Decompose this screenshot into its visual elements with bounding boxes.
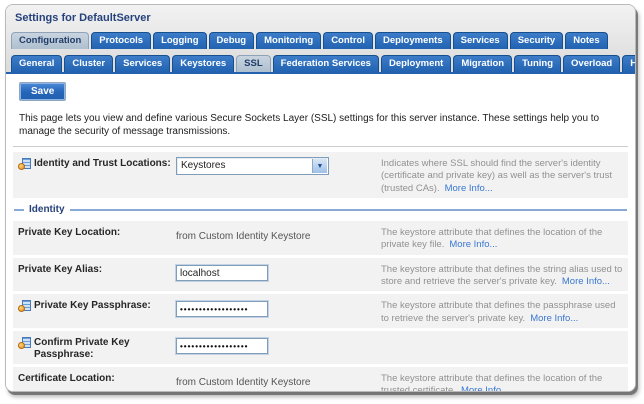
save-button-top[interactable]: Save (19, 82, 67, 101)
field-control-cell: from Custom Identity Keystore (176, 371, 381, 390)
tab-notes[interactable]: Notes (565, 32, 608, 49)
divider-top (13, 146, 628, 147)
tab-tuning[interactable]: Tuning (514, 55, 562, 72)
form-row: Private Key Passphrase: The keystore attr… (13, 294, 628, 329)
private-key-location-value: from Custom Identity Keystore (176, 231, 311, 243)
select-value: Keystores (181, 160, 226, 171)
field-control-cell (176, 298, 381, 317)
tab-deployments[interactable]: Deployments (374, 32, 451, 49)
field-control-cell: from Custom Identity Keystore (176, 225, 381, 244)
tab-health-monitoring[interactable]: Health Monitoring (622, 55, 635, 72)
form-row: Confirm Private Key Passphrase: (13, 331, 628, 365)
tab-logging[interactable]: Logging (153, 32, 207, 49)
field-label-cell: Identity and Trust Locations: (18, 156, 176, 170)
field-label: Identity and Trust Locations: (34, 158, 171, 169)
tab-federation-services[interactable]: Federation Services (272, 55, 379, 72)
tab-protocols[interactable]: Protocols (91, 32, 152, 49)
form-row: Private Key Location: from Custom Identit… (13, 221, 628, 255)
more-info-link[interactable]: More Info... (562, 276, 610, 287)
more-info-link[interactable]: More Info... (449, 239, 497, 250)
identity-trust-locations-select[interactable]: Keystores ▼ (176, 157, 329, 175)
field-control-cell (176, 335, 381, 354)
window-header: Settings for DefaultServer Configuration… (6, 5, 635, 74)
change-assistant-icon (18, 158, 31, 170)
more-info-link[interactable]: More Info... (445, 183, 493, 194)
tab-configuration[interactable]: Configuration (11, 32, 90, 49)
tab-monitoring[interactable]: Monitoring (256, 32, 322, 49)
tab-services[interactable]: Services (115, 55, 171, 72)
field-help-text: The keystore attribute that defines the … (381, 300, 616, 324)
content-area: Save This page lets you view and define … (6, 74, 635, 391)
field-control-cell: Keystores ▼ (176, 156, 381, 175)
field-label: Private Key Passphrase: (34, 300, 151, 312)
form-row: Private Key Alias: The keystore attribute… (13, 257, 628, 292)
form-row: Identity and Trust Locations: Keystores ▼ I… (13, 152, 628, 199)
settings-window: Settings for DefaultServer Configuration… (5, 4, 636, 392)
field-label-cell: Certificate Location: (18, 371, 176, 385)
change-assistant-icon (18, 337, 31, 350)
field-label-cell: Private Key Alias: (18, 262, 176, 276)
tab-cluster[interactable]: Cluster (64, 55, 114, 72)
field-label: Confirm Private Key Passphrase: (34, 337, 130, 361)
secondary-tab-bar: General Cluster Services Keystores SSL Federa… (6, 54, 635, 74)
field-label: Private Key Location: (18, 227, 121, 239)
field-control-cell (176, 262, 381, 282)
tab-deployment[interactable]: Deployment (380, 55, 452, 72)
field-label: Certificate Location: (18, 373, 115, 385)
chevron-down-icon[interactable]: ▼ (312, 159, 327, 173)
tab-migration[interactable]: Migration (453, 55, 513, 72)
tab-ssl[interactable]: SSL (236, 55, 271, 72)
private-key-passphrase-input[interactable] (176, 300, 268, 317)
page-title: Settings for DefaultServer (15, 12, 151, 24)
change-assistant-icon (18, 300, 31, 313)
private-key-alias-input[interactable] (176, 265, 268, 282)
form-rows-identity: Private Key Location: from Custom Identit… (13, 221, 628, 391)
field-help-text: The keystore attribute that defines the … (381, 263, 623, 288)
certificate-location-value: from Custom Identity Keystore (176, 377, 311, 389)
tab-services[interactable]: Services (452, 32, 508, 49)
field-help-text: The keystore attribute that defines the … (381, 227, 603, 251)
field-label-cell: Private Key Location: (18, 225, 176, 239)
tab-overload[interactable]: Overload (563, 55, 621, 72)
confirm-private-key-passphrase-input[interactable] (176, 337, 268, 354)
field-help-text: The keystore attribute that defines the … (381, 371, 623, 391)
tab-control[interactable]: Control (323, 32, 373, 49)
tab-security[interactable]: Security (509, 32, 564, 49)
form-row: Certificate Location: from Custom Identit… (13, 367, 628, 391)
tab-debug[interactable]: Debug (208, 32, 255, 49)
field-label-cell: Confirm Private Key Passphrase: (18, 335, 176, 361)
field-help-text (381, 335, 623, 337)
more-info-link[interactable]: More Info... (461, 385, 509, 391)
section-identity: Identity (14, 204, 627, 215)
tab-general[interactable]: General (11, 55, 63, 72)
field-label-cell: Private Key Passphrase: (18, 298, 176, 313)
tab-keystores[interactable]: Keystores (172, 55, 235, 72)
page-description: This page lets you view and define vario… (19, 113, 600, 137)
more-info-link[interactable]: More Info... (530, 313, 578, 324)
primary-tab-bar: Configuration Protocols Logging Debug Monito… (6, 31, 635, 49)
field-help-text: Indicates where SSL should find the serv… (381, 158, 612, 194)
field-label: Private Key Alias: (18, 263, 103, 275)
section-identity-label: Identity (29, 204, 65, 216)
form-rows-top: Identity and Trust Locations: Keystores ▼ I… (13, 152, 628, 199)
